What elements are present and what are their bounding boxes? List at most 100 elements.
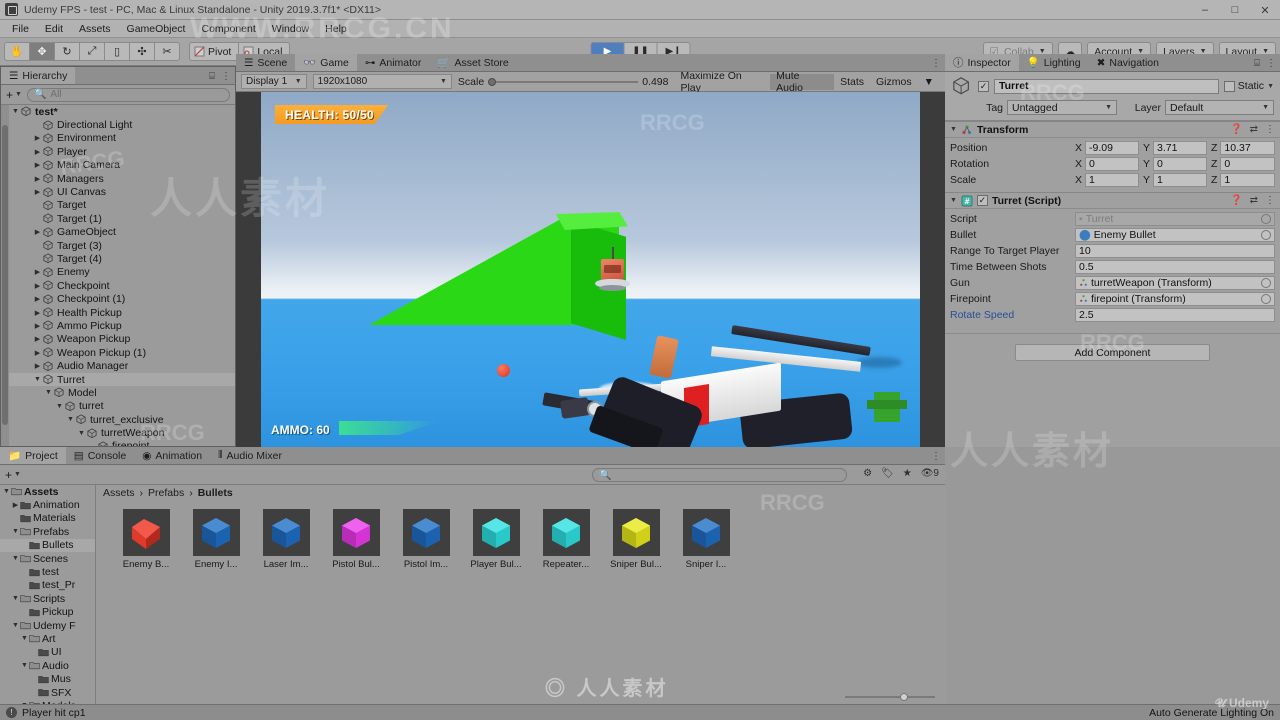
preset-icon[interactable]: ⇄ [1250,124,1258,135]
chevron-down-icon[interactable]: ▼ [77,430,86,437]
chevron-down-icon[interactable]: ▼ [11,622,20,629]
script-field-time-between-shots-input[interactable]: 0.5 [1075,259,1275,274]
rotate-tool-icon[interactable]: ↻ [54,42,80,61]
project-folder-udemy-f[interactable]: ▼ Udemy F [0,619,95,632]
chevron-down-icon[interactable]: ▼ [11,528,20,535]
resolution-dropdown[interactable]: 1920x1080 ▼ [312,74,452,89]
hierarchy-item-gameobject[interactable]: ▶ GameObject [1,226,235,239]
chevron-down-icon[interactable]: ▼ [44,389,53,396]
hierarchy-item-health-pickup[interactable]: ▶ Health Pickup [1,306,235,319]
tab-animation[interactable]: ◉ Animation [134,447,210,464]
hierarchy-tree[interactable]: ▼test*▶Directional Light▶Environment▶Pla… [1,105,235,446]
chevron-down-icon[interactable]: ▼ [20,635,29,642]
chevron-right-icon[interactable]: ▶ [33,335,42,343]
hierarchy-item-turret[interactable]: ▼ turret [1,400,235,413]
project-content-area[interactable]: Assets › Prefabs › Bullets Enemy B... Enemy I… [96,485,945,704]
filter-label-icon[interactable]: 🏷 [881,468,894,479]
scale-slider-group[interactable]: Scale 0.498 [458,76,669,88]
pivot-toggle[interactable]: Pivot [189,42,240,61]
menu-file[interactable]: File [4,20,37,38]
chevron-right-icon[interactable]: ▶ [33,188,42,196]
script-field-firepoint-value[interactable]: firepoint (Transform) [1075,291,1275,306]
hierarchy-item-ui-canvas[interactable]: ▶ UI Canvas [1,185,235,198]
tab-audio-mixer[interactable]: ⫴ Audio Mixer [210,447,290,464]
tab-game[interactable]: 👓 Game [295,54,357,71]
menu-assets[interactable]: Assets [71,20,119,38]
tab-console[interactable]: ▤ Console [66,447,134,464]
gizmos-toggle[interactable]: Gizmos [870,74,918,90]
breadcrumb-item-assets[interactable]: Assets [103,487,135,499]
menu-window[interactable]: Window [264,20,317,38]
project-folder-animation[interactable]: ▶ Animation [0,498,95,511]
scale-tool-icon[interactable]: ⤢ [79,42,105,61]
project-folder-scenes[interactable]: ▼ Scenes [0,552,95,565]
project-folder-art[interactable]: ▼ Art [0,632,95,645]
preset-icon[interactable]: ⇄ [1250,195,1258,206]
hidden-count-icon[interactable]: 👁9 [921,468,939,479]
hierarchy-item-ammo-pickup[interactable]: ▶ Ammo Pickup [1,319,235,332]
tag-dropdown[interactable]: Untagged ▼ [1007,100,1117,115]
asset-item[interactable]: Enemy I... [188,509,244,570]
transform-component-header[interactable]: ▼ Transform ❓ ⇄ ⋮ [945,121,1280,138]
project-folder-test-pr[interactable]: ▶test_Pr [0,579,95,592]
hierarchy-item-turretweapon[interactable]: ▼ turretWeapon [1,426,235,439]
kebab-menu-icon[interactable]: ⋮ [1265,124,1275,135]
static-checkbox[interactable] [1223,80,1235,92]
tab-lighting[interactable]: 💡 Lighting [1019,54,1089,71]
menu-edit[interactable]: Edit [37,20,71,38]
script-field-gun-value[interactable]: turretWeapon (Transform) [1075,275,1275,290]
hierarchy-item-test[interactable]: ▼ test* [1,105,235,118]
asset-item[interactable]: Sniper Bul... [608,509,664,570]
project-folder-ui[interactable]: ▶UI [0,646,95,659]
chevron-right-icon[interactable]: ▶ [33,134,42,142]
chevron-right-icon[interactable]: ▶ [33,295,42,303]
tab-asset-store[interactable]: 🛒 Asset Store [429,54,516,71]
project-folder-assets[interactable]: ▼ Assets [0,485,95,498]
script-field-bullet-value[interactable]: ⬤ Enemy Bullet [1075,227,1275,242]
hierarchy-item-checkpoint[interactable]: ▶ Checkpoint [1,279,235,292]
object-picker-icon[interactable] [1261,293,1271,304]
chevron-right-icon[interactable]: ▶ [33,349,42,357]
hierarchy-item-firepoint[interactable]: ▶firepoint [1,440,235,446]
asset-item[interactable]: Enemy B... [118,509,174,570]
project-search-input[interactable]: 🔍 [592,468,847,482]
gizmos-dropdown-icon[interactable]: ▼ [918,74,940,90]
hierarchy-scrollbar[interactable] [1,105,9,446]
transform-position-y-input[interactable]: 3.71 [1153,140,1207,155]
hierarchy-item-target-3[interactable]: ▶Target (3) [1,239,235,252]
add-component-button[interactable]: Add Component [1015,344,1210,361]
chevron-down-icon[interactable]: ▼ [20,662,29,669]
script-enabled-checkbox[interactable]: ✓ [976,195,988,206]
kebab-menu-icon[interactable]: ⋮ [931,451,941,462]
hierarchy-item-turret[interactable]: ▼ Turret [1,372,235,387]
favorites-icon[interactable]: ★ [903,468,912,479]
menu-component[interactable]: Component [193,20,263,38]
chevron-down-icon[interactable]: ▼ [55,403,64,410]
asset-item[interactable]: Pistol Bul... [328,509,384,570]
object-name-field[interactable]: Turret [994,78,1219,94]
chevron-right-icon[interactable]: ▶ [33,268,42,276]
script-field-range-to-target-player-input[interactable]: 10 [1075,243,1275,258]
hierarchy-item-managers[interactable]: ▶ Managers [1,172,235,185]
kebab-menu-icon[interactable]: ⋮ [1266,58,1276,69]
script-field-rotate-speed-input[interactable]: 2.5 [1075,307,1275,322]
hierarchy-add-button[interactable]: + ▼ [6,88,22,102]
hierarchy-item-environment[interactable]: ▶ Environment [1,132,235,145]
chevron-right-icon[interactable]: ▶ [33,362,42,370]
hierarchy-item-directional-light[interactable]: ▶Directional Light [1,118,235,131]
transform-tool-icon[interactable]: ✣ [129,42,155,61]
transform-position-z-input[interactable]: 10.37 [1220,140,1275,155]
move-tool-icon[interactable]: ✥ [29,42,55,61]
asset-item[interactable]: Repeater... [538,509,594,570]
asset-grid[interactable]: Enemy B... Enemy I... Laser Im... Pistol Bu… [96,501,945,570]
stats-toggle[interactable]: Stats [834,74,870,90]
transform-position-x-input[interactable]: -9.09 [1085,140,1139,155]
scale-slider-knob[interactable] [488,77,497,86]
scale-slider[interactable] [488,77,639,86]
mute-audio-toggle[interactable]: Mute Audio [770,70,835,94]
tab-animator[interactable]: ⊶ Animator [357,54,430,71]
thumbnail-size-slider[interactable] [845,693,935,701]
auto-generate-lighting-label[interactable]: Auto Generate Lighting On [1149,707,1274,719]
hierarchy-item-model[interactable]: ▼ Model [1,386,235,399]
hierarchy-item-main-camera[interactable]: ▶ Main Camera [1,159,235,172]
